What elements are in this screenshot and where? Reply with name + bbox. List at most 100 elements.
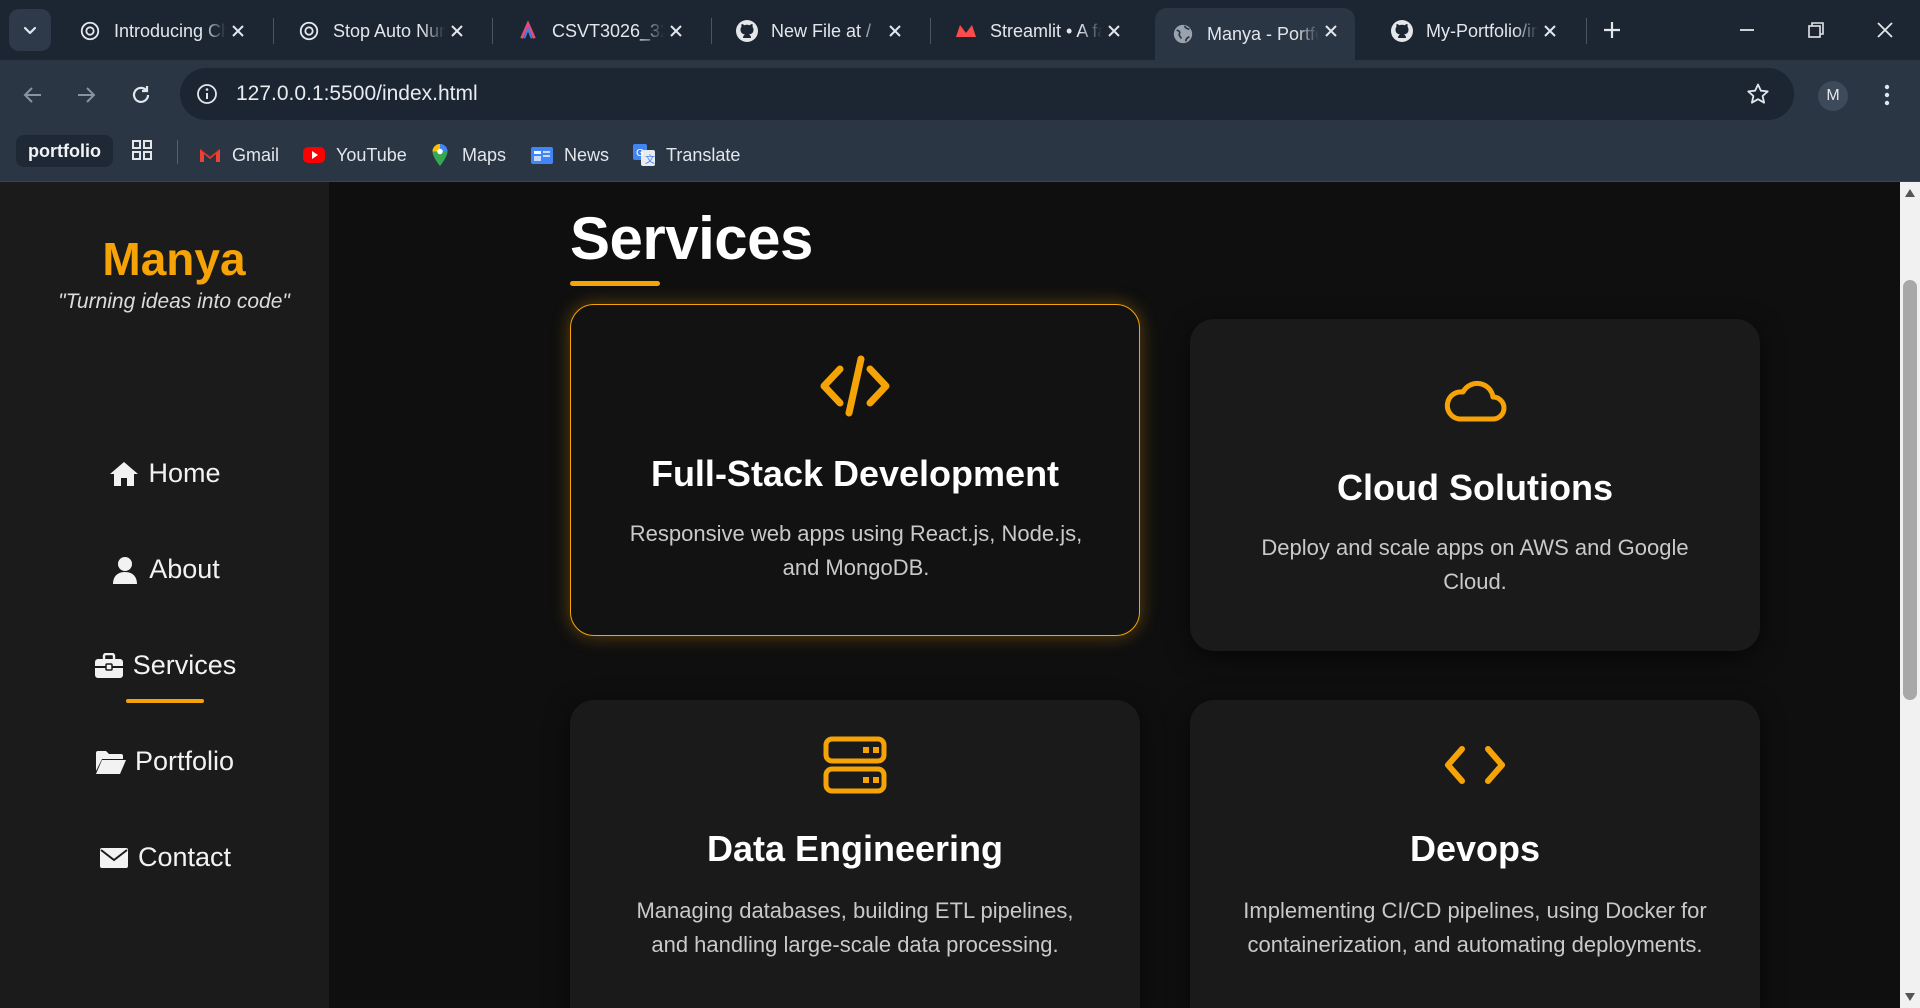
active-nav-indicator bbox=[126, 699, 204, 703]
tab-title: CSVT3026_3202 bbox=[552, 20, 664, 41]
service-title: Cloud Solutions bbox=[1337, 467, 1613, 508]
angle-brackets-icon bbox=[1190, 730, 1760, 800]
title-underline bbox=[570, 281, 660, 286]
arrow-left-icon bbox=[23, 87, 41, 103]
address-bar[interactable]: 127.0.0.1:5500/index.html bbox=[180, 68, 1794, 120]
site-info-icon[interactable] bbox=[194, 81, 220, 107]
briefcase-icon bbox=[93, 651, 125, 681]
reload-icon bbox=[132, 86, 150, 103]
tab-divider bbox=[1586, 18, 1587, 44]
section-title: Services bbox=[570, 205, 813, 272]
bookmark-label: Translate bbox=[666, 144, 741, 165]
arrow-right-icon bbox=[78, 87, 96, 103]
brand-logo[interactable]: Manya bbox=[0, 232, 348, 286]
code-slash-icon bbox=[571, 351, 1139, 421]
envelope-icon bbox=[98, 843, 130, 873]
close-tab-icon[interactable] bbox=[664, 19, 688, 43]
chevron-down-icon bbox=[23, 26, 37, 35]
tab-divider bbox=[930, 18, 931, 44]
openai-icon bbox=[78, 19, 102, 43]
service-card-devops[interactable]: Devops Implementing CI/CD pipelines, usi… bbox=[1190, 700, 1760, 1008]
gmail-icon bbox=[198, 143, 222, 167]
tab-divider bbox=[273, 18, 274, 44]
url-text[interactable]: 127.0.0.1:5500/index.html bbox=[236, 81, 478, 107]
browser-tab[interactable]: Streamlit • A faster way bbox=[938, 8, 1138, 54]
server-icon bbox=[570, 730, 1140, 800]
profile-avatar[interactable]: M bbox=[1818, 81, 1848, 111]
close-tab-icon[interactable] bbox=[1538, 19, 1562, 43]
close-tab-icon[interactable] bbox=[226, 19, 250, 43]
close-tab-icon[interactable] bbox=[883, 19, 907, 43]
tab-title: Introducing ChatGPT bbox=[114, 20, 226, 41]
forward-button[interactable] bbox=[67, 76, 105, 114]
page-viewport: Manya "Turning ideas into code" Home Abo… bbox=[0, 182, 1900, 1008]
browser-tab[interactable]: My-Portfolio/index bbox=[1374, 8, 1574, 54]
home-icon bbox=[108, 459, 140, 489]
translate-icon: G文 bbox=[632, 143, 656, 167]
svg-text:G: G bbox=[636, 148, 644, 159]
bookmark-translate[interactable]: G文 Translate bbox=[632, 136, 740, 174]
browser-tab[interactable]: Stop Auto Numbering bbox=[281, 8, 481, 54]
restore-button[interactable] bbox=[1794, 8, 1838, 52]
bookmark-label: YouTube bbox=[336, 144, 407, 165]
service-card-cloud[interactable]: Cloud Solutions Deploy and scale apps on… bbox=[1190, 319, 1760, 651]
bookmark-maps[interactable]: Maps bbox=[428, 136, 506, 174]
bookmarks-divider bbox=[177, 140, 178, 164]
reload-button[interactable] bbox=[122, 76, 160, 114]
service-description: Managing databases, building ETL pipelin… bbox=[636, 898, 1074, 957]
nav-item-portfolio[interactable]: Portfolio bbox=[0, 746, 329, 777]
scroll-down-arrow-icon[interactable] bbox=[1903, 990, 1917, 1004]
tab-divider bbox=[492, 18, 493, 44]
tab-search-button[interactable] bbox=[9, 9, 51, 51]
bookmark-news[interactable]: News bbox=[530, 136, 609, 174]
close-icon bbox=[1877, 22, 1893, 38]
nav-label: Portfolio bbox=[134, 746, 235, 776]
youtube-icon bbox=[302, 143, 326, 167]
close-tab-icon[interactable] bbox=[1102, 19, 1126, 43]
user-icon bbox=[109, 555, 141, 585]
scrollbar-thumb[interactable] bbox=[1903, 280, 1917, 700]
bookmark-folder-portfolio[interactable]: portfolio bbox=[16, 135, 113, 167]
browser-tab[interactable]: CSVT3026_3202 bbox=[500, 8, 700, 54]
tab-title: My-Portfolio/index bbox=[1426, 20, 1538, 41]
nav-item-contact[interactable]: Contact bbox=[0, 842, 329, 873]
bookmark-label: Maps bbox=[462, 144, 507, 165]
bookmarks-bar bbox=[0, 130, 1920, 182]
colorful-logo-icon bbox=[516, 19, 540, 43]
nav-item-home[interactable]: Home bbox=[0, 458, 329, 489]
nav-item-about[interactable]: About bbox=[0, 554, 329, 585]
minimize-button[interactable] bbox=[1725, 8, 1769, 52]
apps-grid-icon[interactable] bbox=[130, 138, 154, 162]
service-description: Implementing CI/CD pipelines, using Dock… bbox=[1243, 898, 1707, 957]
browser-tab-active[interactable]: Manya - Portfolio bbox=[1155, 8, 1355, 60]
openai-icon bbox=[297, 19, 321, 43]
news-icon bbox=[530, 143, 554, 167]
new-tab-button[interactable] bbox=[1595, 13, 1629, 47]
service-card-full-stack[interactable]: Full-Stack Development Responsive web ap… bbox=[570, 304, 1140, 636]
tab-title: Manya - Portfolio bbox=[1207, 23, 1319, 44]
service-title: Devops bbox=[1409, 828, 1541, 869]
minimize-icon bbox=[1740, 29, 1754, 31]
browser-tab[interactable]: New File at / bbox=[719, 8, 919, 54]
scroll-up-arrow-icon[interactable] bbox=[1903, 186, 1917, 200]
close-window-button[interactable] bbox=[1863, 8, 1907, 52]
browser-menu-button[interactable] bbox=[1870, 78, 1904, 112]
back-button[interactable] bbox=[14, 76, 52, 114]
browser-tab[interactable]: Introducing ChatGPT bbox=[62, 8, 262, 54]
close-tab-icon[interactable] bbox=[1319, 19, 1343, 43]
bookmark-label: Gmail bbox=[232, 144, 280, 165]
bookmark-star-icon[interactable] bbox=[1744, 80, 1772, 108]
globe-icon bbox=[1171, 22, 1195, 46]
bookmark-youtube[interactable]: YouTube bbox=[302, 136, 407, 174]
svg-text:文: 文 bbox=[645, 153, 655, 166]
service-card-data-engineering[interactable]: Data Engineering Managing databases, bui… bbox=[570, 700, 1140, 1008]
service-title: Full-Stack Development bbox=[650, 453, 1060, 494]
bookmark-gmail[interactable]: Gmail bbox=[198, 136, 279, 174]
kebab-menu-icon bbox=[1884, 84, 1890, 106]
service-description: Deploy and scale apps on AWS and Google … bbox=[1261, 535, 1689, 594]
plus-icon bbox=[1604, 22, 1620, 38]
nav-label: Contact bbox=[137, 842, 232, 872]
close-tab-icon[interactable] bbox=[445, 19, 469, 43]
brand-tagline: "Turning ideas into code" bbox=[58, 290, 290, 313]
nav-item-services[interactable]: Services bbox=[0, 650, 329, 681]
